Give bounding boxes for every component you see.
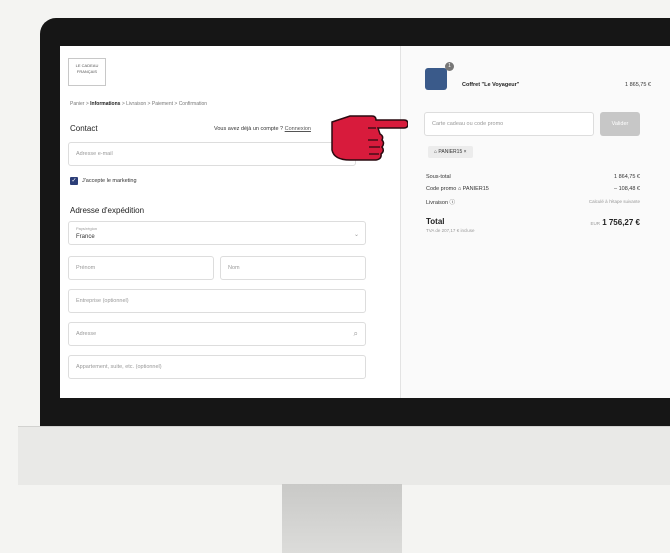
total-label: Total xyxy=(426,217,445,226)
product-thumbnail xyxy=(425,68,447,90)
country-label: Pays/région xyxy=(76,226,98,231)
applied-code-label: PANIER15 xyxy=(438,149,463,155)
product-name: Coffret "Le Voyageur" xyxy=(462,82,520,88)
last-name-field[interactable]: Nom xyxy=(220,256,366,280)
promo-row-label: Code promo ⌂ PANIER15 xyxy=(426,186,489,192)
monitor-stand xyxy=(282,484,402,553)
total-value: EUR 1 756,27 € xyxy=(590,218,640,227)
address-placeholder: Adresse xyxy=(76,331,97,337)
total-amount: 1 756,27 € xyxy=(602,218,640,227)
subtotal-label: Sous-total xyxy=(426,174,451,180)
apartment-field[interactable]: Appartement, suite, etc. (optionnel) xyxy=(68,355,366,379)
promo-value: – 108,48 € xyxy=(614,186,640,192)
tag-icon: ⌂ xyxy=(434,149,438,155)
shipping-label: Livraison xyxy=(426,200,449,206)
shipping-heading: Adresse d'expédition xyxy=(70,206,145,215)
info-icon[interactable]: ⓘ xyxy=(450,200,456,206)
store-logo[interactable]: LE CADEAU FRANÇAIS xyxy=(68,58,106,86)
company-placeholder: Entreprise (optionnel) xyxy=(76,298,129,304)
login-link[interactable]: Connexion xyxy=(285,126,311,132)
last-name-placeholder: Nom xyxy=(228,265,240,271)
monitor-chin xyxy=(18,426,670,485)
address-field[interactable]: Adresse ⌕ xyxy=(68,322,366,346)
search-icon: ⌕ xyxy=(353,329,358,338)
column-divider xyxy=(400,46,401,398)
shipping-value: Calculé à l'étape suivante xyxy=(588,199,640,204)
breadcrumb-confirmation: Confirmation xyxy=(178,101,208,107)
company-field[interactable]: Entreprise (optionnel) xyxy=(68,289,366,313)
breadcrumb: Panier > Informations > Livraison > Paie… xyxy=(70,101,208,107)
have-account-label: Vous avez déjà un compte ? xyxy=(214,126,284,132)
contact-heading: Contact xyxy=(70,124,98,133)
applied-code-tag: ⌂ PANIER15 × xyxy=(428,146,473,158)
have-account-text: Vous avez déjà un compte ? Connexion xyxy=(214,126,311,132)
tag-icon: ⌂ xyxy=(457,186,462,192)
email-placeholder: Adresse e-mail xyxy=(76,151,113,157)
breadcrumb-payment: Paiement xyxy=(151,101,173,107)
taxes-note: TVA de 207,17 € incluse xyxy=(426,228,475,233)
promo-code: PANIER15 xyxy=(462,186,489,192)
marketing-checkbox[interactable]: ✓ xyxy=(70,177,78,185)
currency-label: EUR xyxy=(590,221,600,226)
country-value: France xyxy=(76,234,95,240)
email-field[interactable]: Adresse e-mail xyxy=(68,142,356,166)
subtotal-value: 1 864,75 € xyxy=(614,174,640,180)
chevron-down-icon: ⌄ xyxy=(353,232,359,238)
discount-code-input[interactable]: Carte cadeau ou code promo xyxy=(424,112,594,136)
breadcrumb-information: Informations xyxy=(90,101,121,107)
promo-label: Code promo xyxy=(426,186,457,192)
first-name-field[interactable]: Prénom xyxy=(68,256,214,280)
shipping-row-label: Livraison ⓘ xyxy=(426,198,455,206)
breadcrumb-shipping: Livraison xyxy=(126,101,147,107)
apartment-placeholder: Appartement, suite, etc. (optionnel) xyxy=(76,364,162,370)
product-price: 1 865,75 € xyxy=(625,82,651,88)
checkout-screen: LE CADEAU FRANÇAIS Panier > Informations… xyxy=(60,46,670,398)
apply-discount-button[interactable]: Valider xyxy=(600,112,640,136)
marketing-label: J'accepte le marketing xyxy=(82,178,137,184)
country-select[interactable]: Pays/région France ⌄ xyxy=(68,221,366,245)
quantity-badge: 1 xyxy=(445,62,454,71)
discount-placeholder: Carte cadeau ou code promo xyxy=(432,121,504,127)
remove-code-icon[interactable]: × xyxy=(464,149,467,155)
breadcrumb-cart[interactable]: Panier xyxy=(70,101,84,107)
first-name-placeholder: Prénom xyxy=(76,265,96,271)
pointing-hand-icon xyxy=(331,115,408,161)
logo-line2: FRANÇAIS xyxy=(76,69,98,74)
